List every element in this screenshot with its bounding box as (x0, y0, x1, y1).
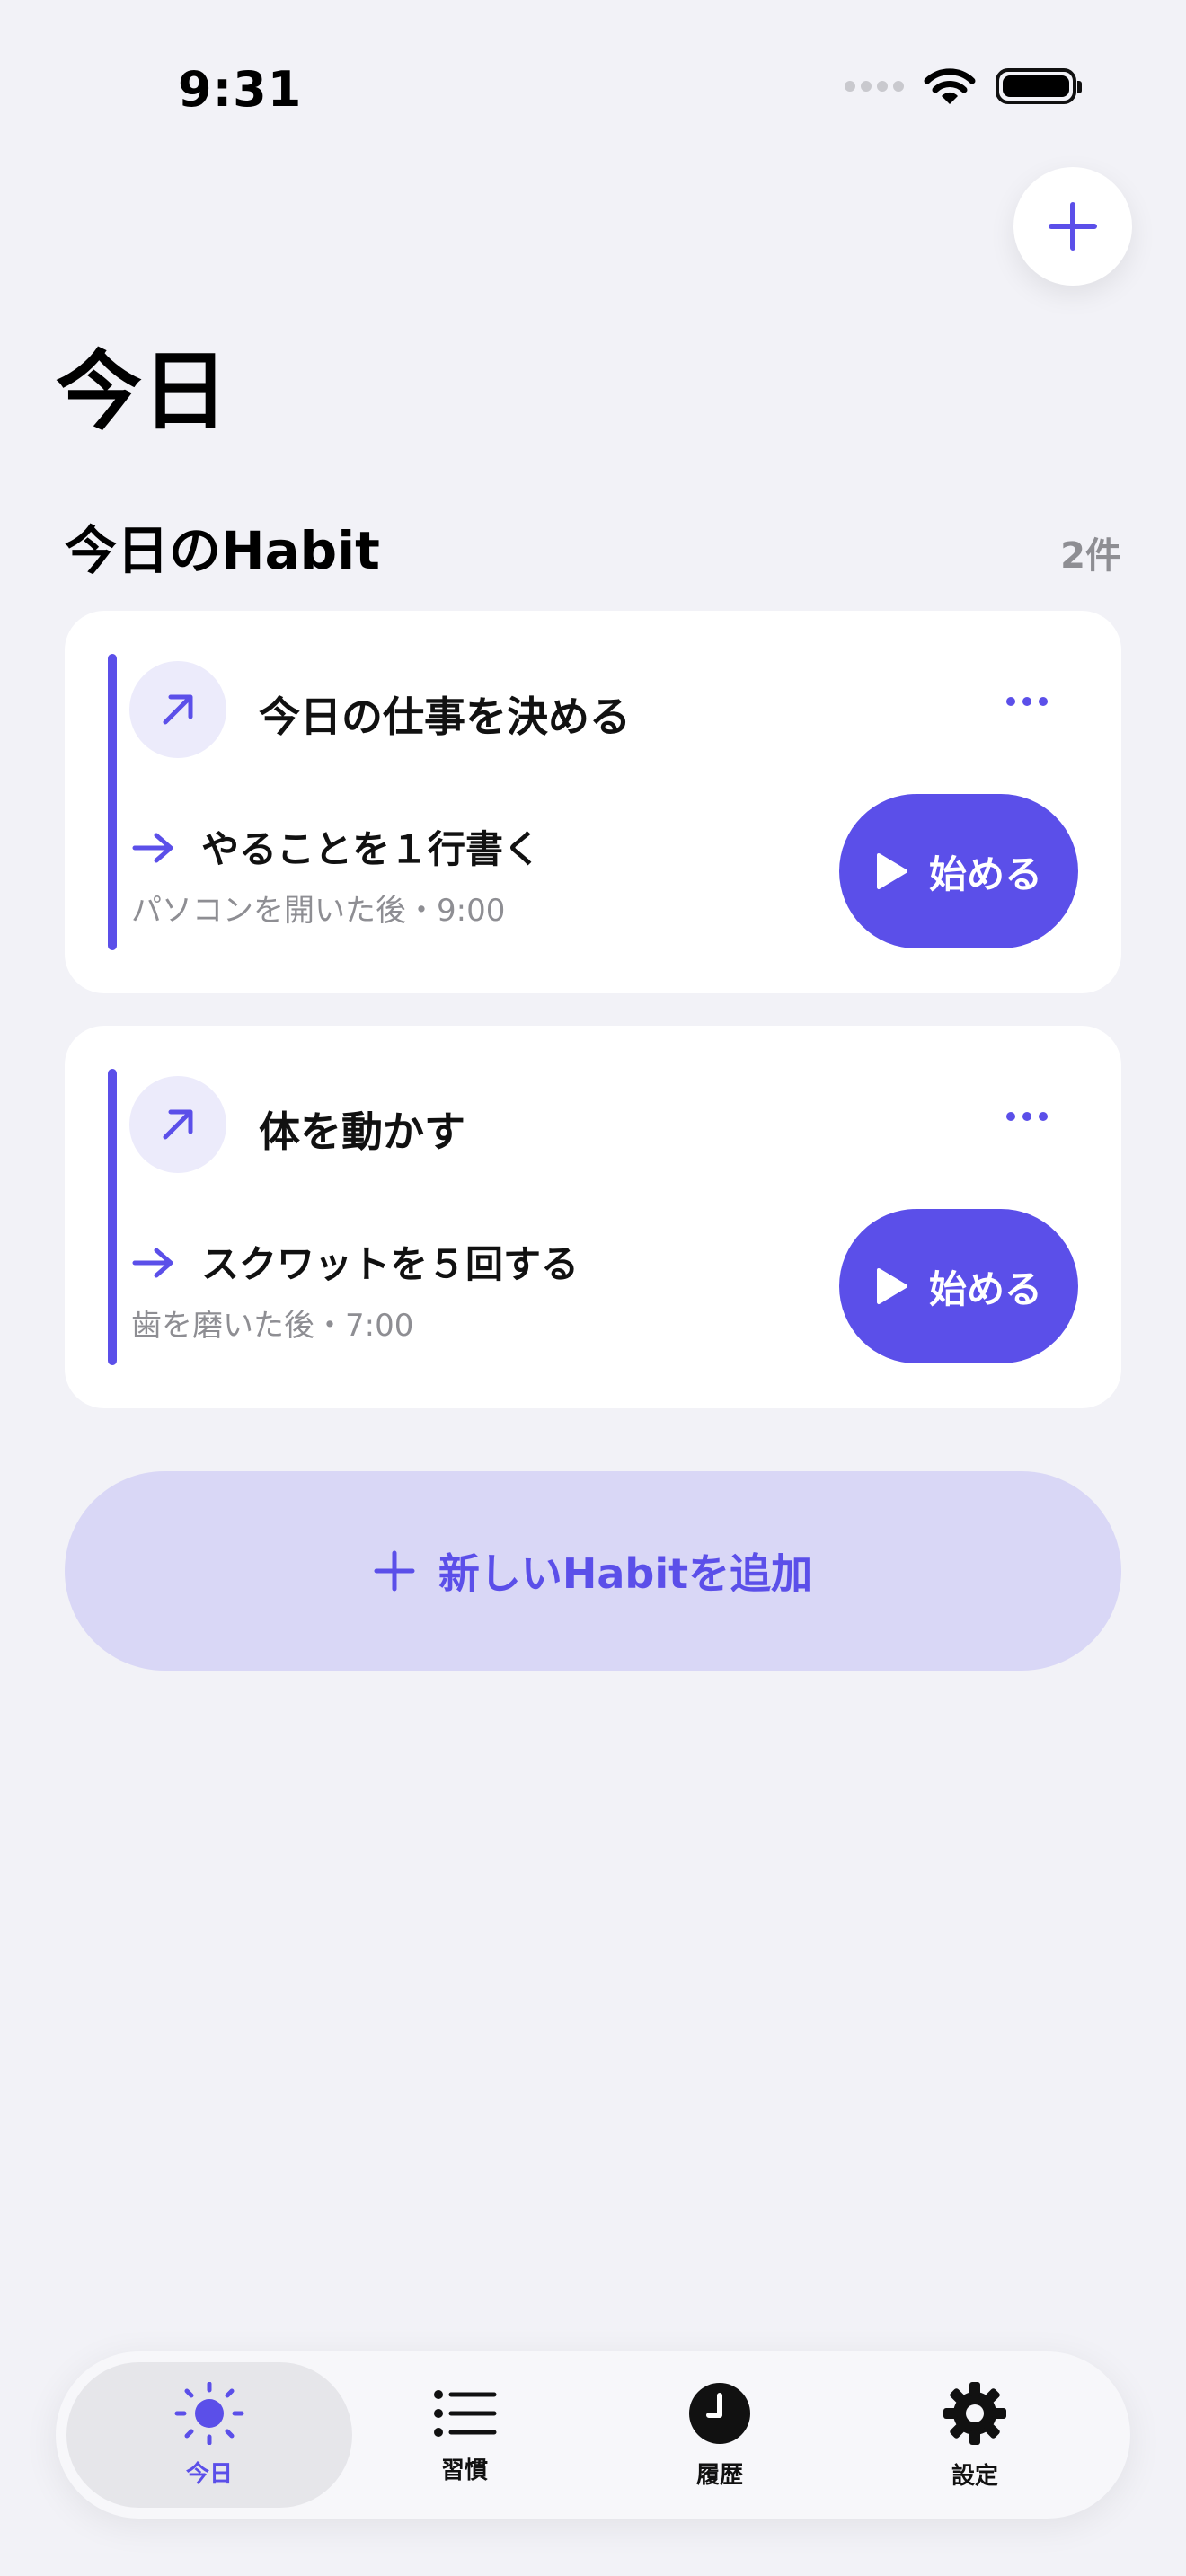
plus-icon (374, 1550, 415, 1592)
habit-accent-bar (108, 654, 117, 950)
start-button[interactable]: 始める (839, 794, 1078, 948)
play-icon (876, 1268, 907, 1304)
status-time: 9:31 (178, 61, 303, 118)
cellular-signal-icon (845, 81, 904, 92)
habit-title: 体を動かす (259, 1107, 465, 1156)
arrow-up-right-icon (163, 1109, 193, 1140)
start-button-label: 始める (928, 851, 1042, 896)
section-count: 2件 (1060, 535, 1121, 577)
gear-icon (943, 2381, 1006, 2445)
start-button-label: 始める (928, 1266, 1042, 1311)
status-icons (845, 66, 1082, 106)
plus-icon (1049, 202, 1097, 251)
habit-step: やることを１行書く (201, 827, 542, 871)
habit-icon-badge (129, 1076, 226, 1173)
habit-card[interactable]: 今日の仕事を決める やることを１行書く パソコンを開いた後・9:00 始める (65, 611, 1121, 993)
habit-accent-bar (108, 1069, 117, 1365)
habit-trigger-time: 歯を磨いた後・7:00 (131, 1308, 414, 1344)
list-icon (434, 2389, 497, 2437)
tab-settings[interactable]: 設定 (832, 2362, 1118, 2508)
add-habit-button[interactable]: 新しいHabitを追加 (65, 1471, 1121, 1671)
tab-label: 今日 (185, 2460, 233, 2488)
tab-today[interactable]: 今日 (66, 2362, 352, 2508)
more-options-button[interactable] (1006, 1112, 1048, 1121)
tab-bar: 今日 習慣 履歴 設定 (56, 2351, 1130, 2519)
section-title: 今日のHabit (65, 520, 380, 581)
tab-history[interactable]: 履歴 (577, 2362, 863, 2508)
more-options-button[interactable] (1006, 697, 1048, 706)
arrow-right-icon (132, 1248, 173, 1278)
add-habit-label: 新しいHabitを追加 (438, 1549, 813, 1598)
page-title: 今日 (56, 341, 228, 442)
start-button[interactable]: 始める (839, 1209, 1078, 1363)
arrow-right-icon (132, 833, 173, 863)
add-fab-button[interactable] (1013, 167, 1132, 286)
arrow-up-right-icon (163, 694, 193, 725)
wifi-icon (924, 68, 976, 104)
habit-trigger-time: パソコンを開いた後・9:00 (131, 893, 506, 929)
play-icon (876, 853, 907, 889)
habit-card[interactable]: 体を動かす スクワットを５回する 歯を磨いた後・7:00 始める (65, 1026, 1121, 1408)
battery-icon (996, 68, 1082, 104)
tab-label: 習慣 (440, 2457, 488, 2484)
habit-icon-badge (129, 661, 226, 758)
clock-icon (689, 2382, 750, 2444)
habit-title: 今日の仕事を決める (259, 693, 631, 741)
sun-icon (174, 2381, 244, 2445)
tab-label: 履歴 (695, 2461, 743, 2489)
habit-step: スクワットを５回する (201, 1242, 580, 1286)
tab-label: 設定 (951, 2462, 998, 2490)
tab-habits[interactable]: 習慣 (322, 2362, 607, 2508)
